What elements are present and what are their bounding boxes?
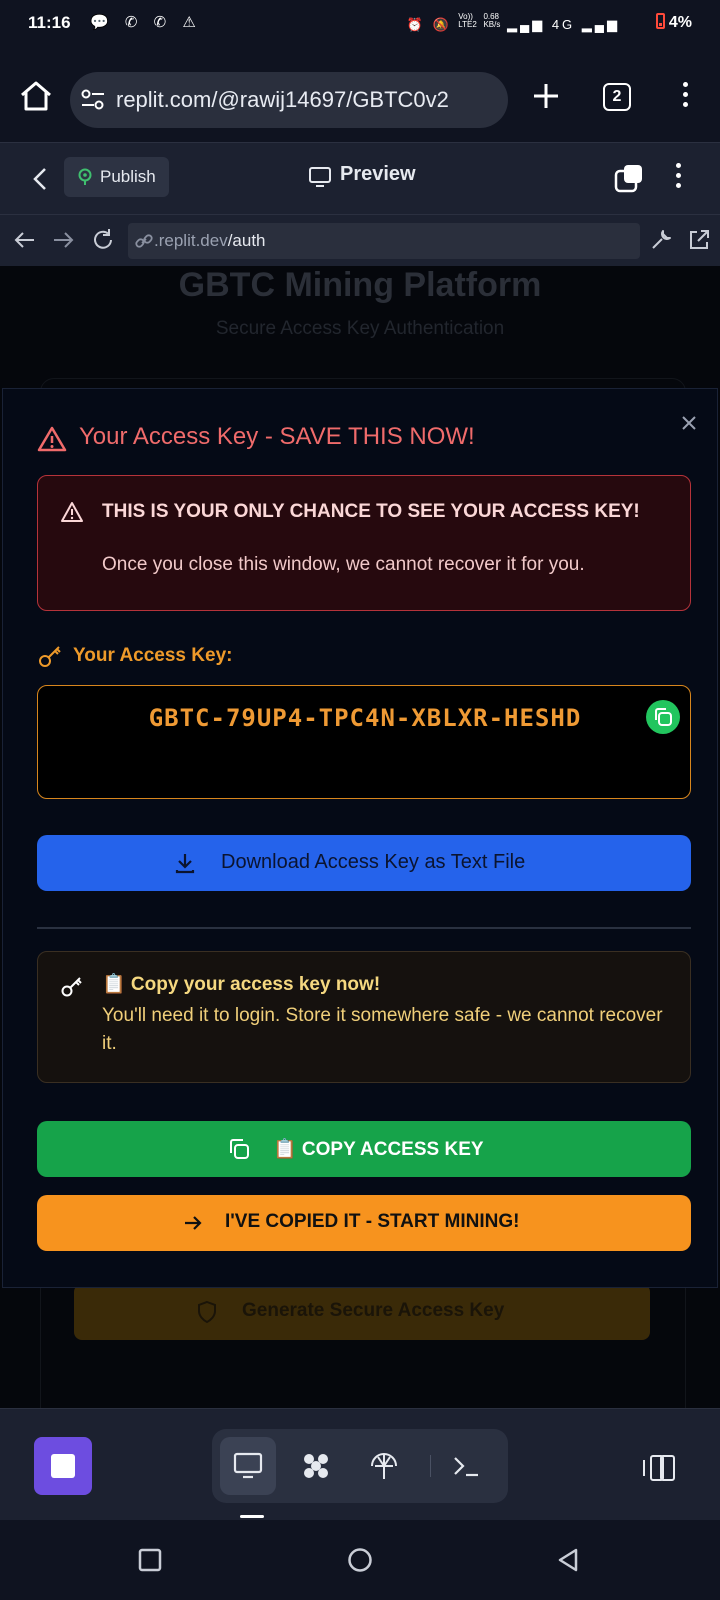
replit-menu-icon[interactable] <box>670 163 686 193</box>
reload-icon[interactable] <box>90 227 116 253</box>
new-tab-icon[interactable] <box>530 80 562 112</box>
download-key-button[interactable]: Download Access Key as Text File <box>37 835 691 891</box>
url-text: replit.com/@rawij14697/GBTC0v2 <box>116 87 449 112</box>
copy-icon <box>655 708 672 726</box>
site-settings-icon[interactable] <box>80 88 106 112</box>
notification-icons: 💬 ✆ ✆ ⚠ <box>90 14 202 31</box>
devtools-wrench-icon[interactable] <box>648 227 674 253</box>
warning-alert: THIS IS YOUR ONLY CHANCE TO SEE YOUR ACC… <box>37 475 691 611</box>
monitor-icon <box>309 167 331 187</box>
back-triangle-icon[interactable] <box>554 1546 582 1574</box>
tabs-stack-icon[interactable] <box>614 163 644 193</box>
preview-label: Preview <box>340 163 416 185</box>
copy-reminder-note: 📋 Copy your access key now! You'll need … <box>37 951 691 1083</box>
browser-menu-icon[interactable] <box>675 82 695 112</box>
volte-icon: Vo)) LTE2 <box>458 12 477 29</box>
network-type: 4G <box>551 17 576 32</box>
alarm-icon: ⏰ <box>406 17 426 32</box>
home-icon[interactable] <box>18 78 54 114</box>
note-text: You'll need it to login. Store it somewh… <box>102 1005 663 1054</box>
page-title: GBTC Mining Platform <box>178 266 542 304</box>
start-mining-button[interactable]: I'VE COPIED IT - START MINING! <box>37 1195 691 1251</box>
stop-icon <box>51 1454 75 1478</box>
signal-icon-2: ▂▄▆ <box>581 17 620 32</box>
access-key-textarea[interactable]: GBTC-79UP4-TPC4N-XBLXR-HESHD <box>37 685 691 799</box>
open-external-icon[interactable] <box>686 227 712 253</box>
key-icon <box>39 646 61 667</box>
tool-separator <box>430 1455 431 1477</box>
access-key-label: Your Access Key: <box>73 645 233 666</box>
tool-switcher <box>212 1429 508 1503</box>
generate-key-button: Generate Secure Access Key <box>74 1284 650 1340</box>
modal-title: Your Access Key - SAVE THIS NOW! <box>79 423 475 450</box>
shield-icon <box>198 1300 216 1324</box>
download-icon <box>175 854 195 874</box>
signal-icon: ▂▄▆ <box>506 17 546 32</box>
access-key-modal: Your Access Key - SAVE THIS NOW! THIS IS… <box>2 388 718 1288</box>
download-label: Download Access Key as Text File <box>221 851 526 873</box>
mute-icon: 🔕 <box>432 17 452 32</box>
warning-text: Once you close this window, we cannot re… <box>102 554 585 575</box>
note-heading: 📋 Copy your access key now! <box>102 974 381 995</box>
terminal-icon <box>454 1457 478 1477</box>
replit-header: Publish Preview <box>0 142 720 214</box>
data-rate: 0.68 KB/s <box>483 12 501 29</box>
publish-label: Publish <box>100 167 156 186</box>
active-tab-indicator <box>240 1515 264 1518</box>
agent-tool-button[interactable] <box>288 1437 344 1495</box>
stop-button[interactable] <box>34 1437 92 1495</box>
deploy-icon <box>371 1453 397 1479</box>
status-bar: 11:16 💬 ✆ ✆ ⚠ ⏰ 🔕 Vo)) LTE2 0.68 KB/s ▂▄▆ … <box>0 0 720 48</box>
recents-icon[interactable] <box>136 1546 164 1574</box>
access-key-value[interactable]: GBTC-79UP4-TPC4N-XBLXR-HESHD <box>38 704 692 732</box>
page-subtitle: Secure Access Key Authentication <box>215 318 505 339</box>
alert-triangle-icon <box>61 502 83 522</box>
split-panel-icon[interactable] <box>642 1453 676 1483</box>
system-status-icons: ⏰ 🔕 Vo)) LTE2 0.68 KB/s ▂▄▆ 4G ▂▄▆ <box>407 13 620 33</box>
webview-address-bar[interactable]: .replit.dev/auth <box>128 223 640 259</box>
forward-arrow-icon[interactable] <box>50 227 76 253</box>
warning-triangle-icon <box>37 426 67 452</box>
home-circle-icon[interactable] <box>346 1546 374 1574</box>
link-icon <box>135 234 153 248</box>
preview-tool-button[interactable] <box>220 1437 276 1495</box>
shell-tool-button[interactable] <box>438 1437 494 1495</box>
back-chevron-icon[interactable] <box>30 165 50 193</box>
publish-button[interactable]: Publish <box>64 157 169 197</box>
copy-icon <box>230 1139 249 1159</box>
copy-key-icon-button[interactable] <box>646 700 680 734</box>
arrow-right-icon <box>185 1216 202 1230</box>
tab-switcher-button[interactable]: 2 <box>603 83 631 111</box>
battery-icon <box>655 13 665 29</box>
copy-label: 📋 COPY ACCESS KEY <box>273 1139 484 1160</box>
replit-bottom-toolbar <box>0 1408 720 1520</box>
divider <box>37 927 691 929</box>
browser-toolbar: replit.com/@rawij14697/GBTC0v2 2 <box>0 48 720 142</box>
monitor-icon <box>233 1452 263 1479</box>
warning-heading: THIS IS YOUR ONLY CHANCE TO SEE YOUR ACC… <box>102 501 640 522</box>
start-label: I'VE COPIED IT - START MINING! <box>225 1211 520 1232</box>
copy-access-key-button[interactable]: 📋 COPY ACCESS KEY <box>37 1121 691 1177</box>
close-icon[interactable] <box>679 413 699 433</box>
battery-indicator: 4% <box>655 13 692 32</box>
generate-key-label: Generate Secure Access Key <box>242 1300 505 1321</box>
status-time: 11:16 <box>28 13 71 32</box>
deploy-tool-button[interactable] <box>356 1437 412 1495</box>
android-navigation-bar <box>0 1520 720 1600</box>
address-bar[interactable]: replit.com/@rawij14697/GBTC0v2 <box>70 72 508 128</box>
key-icon <box>61 977 82 997</box>
webview-url: .replit.dev/auth <box>154 231 266 250</box>
agent-icon <box>304 1454 328 1478</box>
back-arrow-icon[interactable] <box>12 227 38 253</box>
publish-icon <box>78 168 92 185</box>
webview-navigation: .replit.dev/auth <box>0 214 720 266</box>
